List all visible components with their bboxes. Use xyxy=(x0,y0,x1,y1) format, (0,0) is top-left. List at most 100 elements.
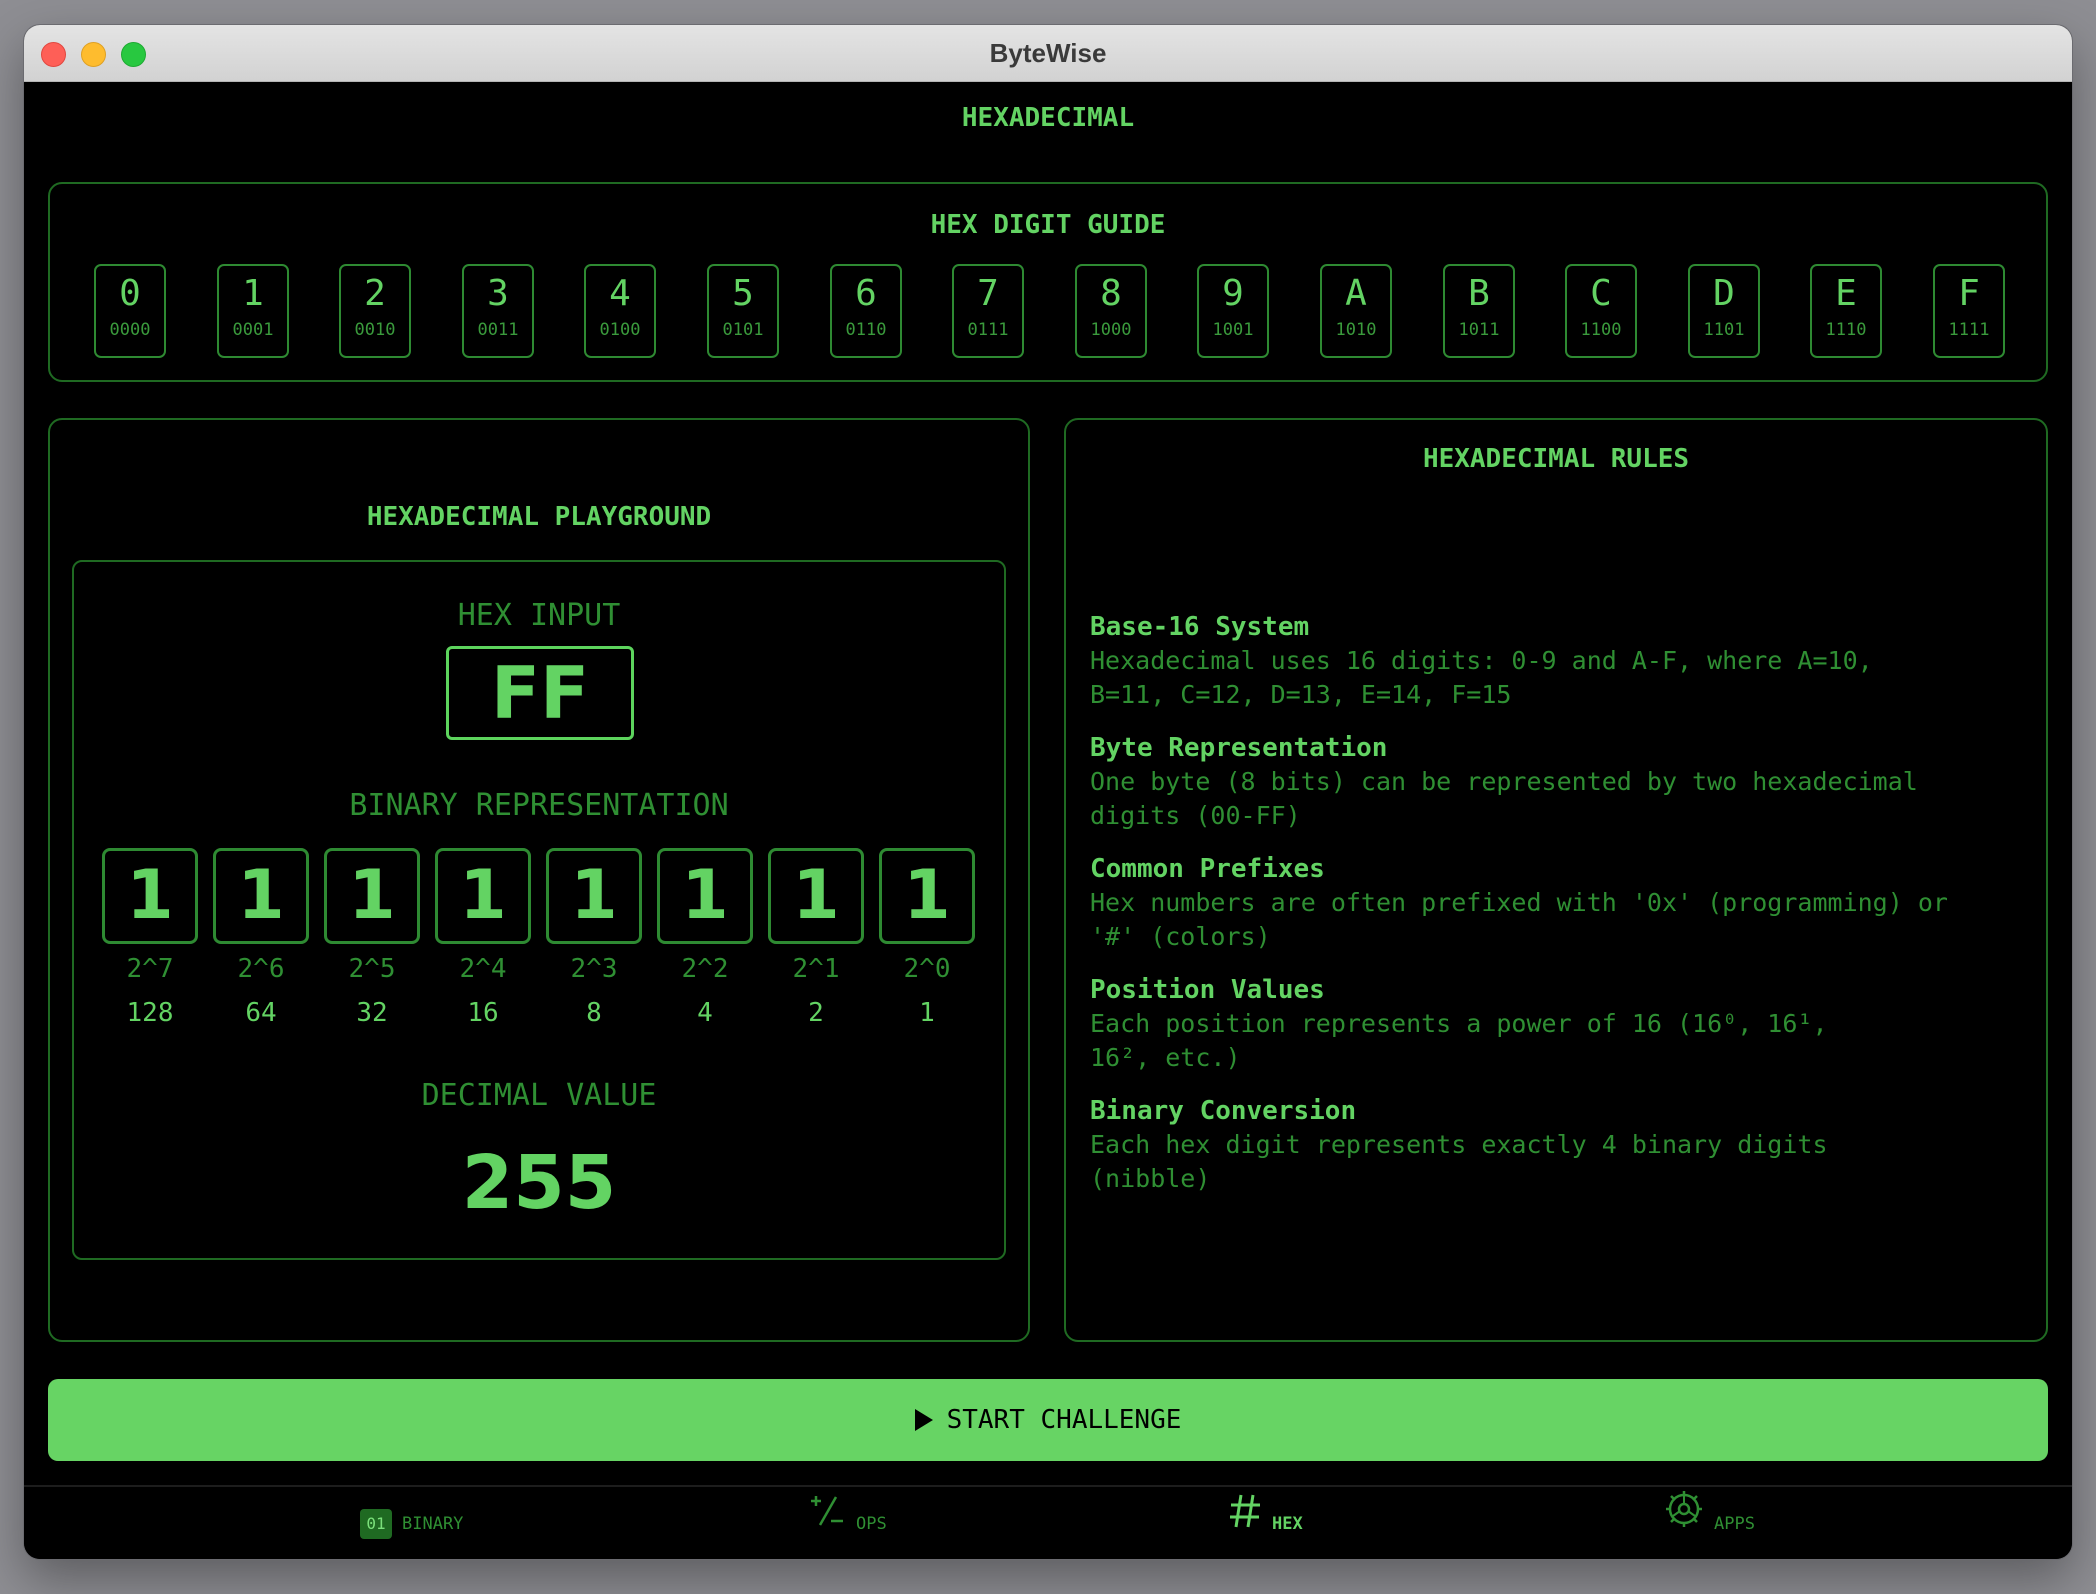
bit-power-label: 2^2 xyxy=(681,954,729,984)
gear-icon xyxy=(1664,1487,1704,1559)
hex-digit: 3 xyxy=(487,273,509,314)
rule-text: Hex numbers are often prefixed with '0x'… xyxy=(1090,888,1948,917)
title-bar: ByteWise xyxy=(24,25,2072,82)
hex-digit-binary: 1010 xyxy=(1335,320,1377,340)
hex-digit-tile: F 1111 xyxy=(1933,264,2005,358)
hex-digit-binary: 0100 xyxy=(599,320,641,340)
binary-icon: 01 xyxy=(360,1509,392,1539)
rule-heading: Base-16 System xyxy=(1090,612,1310,642)
hex-digit-tile: 5 0101 xyxy=(707,264,779,358)
rule-heading: Common Prefixes xyxy=(1090,854,1325,884)
bit-place-value: 1 xyxy=(919,998,935,1028)
hex-digit-binary: 0111 xyxy=(967,320,1009,340)
bit-power-label: 2^7 xyxy=(126,954,174,984)
tab-apps-label: APPS xyxy=(1714,1514,1755,1534)
bit-place-value: 2 xyxy=(808,998,824,1028)
bit-power-label: 2^5 xyxy=(348,954,396,984)
hex-digit-binary: 1110 xyxy=(1825,320,1867,340)
bit-power-label: 2^0 xyxy=(903,954,951,984)
bit-toggle[interactable]: 1 xyxy=(435,848,531,944)
page-title: HEXADECIMAL xyxy=(961,103,1135,133)
hex-digit-binary: 1011 xyxy=(1458,320,1500,340)
tab-hex[interactable]: HEX xyxy=(1228,1487,1303,1559)
rule-item: Base-16 System Hexadecimal uses 16 digits… xyxy=(1090,610,2020,712)
rule-text: '#' (colors) xyxy=(1090,922,1271,951)
rule-text: digits (00-FF) xyxy=(1090,801,1301,830)
tab-bar: 01 BINARY OPS HEX APPS xyxy=(24,1485,2072,1559)
bit-place-value: 128 xyxy=(126,998,174,1028)
hex-digit-tile: 0 0000 xyxy=(94,264,166,358)
guide-title: HEX DIGIT GUIDE xyxy=(930,210,1166,240)
hex-digit-tile: B 1011 xyxy=(1443,264,1515,358)
hex-digit: 1 xyxy=(242,273,264,314)
bit-toggle[interactable]: 1 xyxy=(879,848,975,944)
hex-digit-guide: HEX DIGIT GUIDE 0 0000 1 0001 2 0010 3 0011 4 010… xyxy=(48,182,2048,382)
hex-digit-tile: 7 0111 xyxy=(952,264,1024,358)
hex-digit: C xyxy=(1590,273,1612,314)
bit-toggle[interactable]: 1 xyxy=(657,848,753,944)
hex-digit-binary: 0101 xyxy=(722,320,764,340)
bit-place-value: 64 xyxy=(245,998,277,1028)
hex-digit-binary: 1000 xyxy=(1090,320,1132,340)
hex-digit: D xyxy=(1713,273,1735,314)
hex-playground: HEXADECIMAL PLAYGROUND HEX INPUT FF BINA… xyxy=(48,418,1030,1342)
bit-power-label: 2^4 xyxy=(459,954,507,984)
hex-digit: 0 xyxy=(119,273,141,314)
bit-toggle[interactable]: 1 xyxy=(768,848,864,944)
play-icon xyxy=(914,1409,933,1431)
hex-digit-tile: 9 1001 xyxy=(1197,264,1269,358)
bit-toggle[interactable]: 1 xyxy=(213,848,309,944)
tab-ops[interactable]: OPS xyxy=(808,1487,887,1559)
rule-text: Each hex digit represents exactly 4 bina… xyxy=(1090,1130,1828,1159)
hex-digit: 9 xyxy=(1222,273,1244,314)
bit-place-value: 8 xyxy=(586,998,602,1028)
bit-toggle[interactable]: 1 xyxy=(102,848,198,944)
tab-hex-label: HEX xyxy=(1272,1514,1303,1534)
rule-text: 16², etc.) xyxy=(1090,1043,1241,1072)
rule-item: Position Values Each position represents … xyxy=(1090,973,2020,1075)
tab-binary[interactable]: 01 BINARY xyxy=(360,1487,463,1559)
hex-digit-tile: 8 1000 xyxy=(1075,264,1147,358)
hex-digit-tile: 3 0011 xyxy=(462,264,534,358)
rule-text: One byte (8 bits) can be represented by … xyxy=(1090,767,1918,796)
hex-digit: 2 xyxy=(364,273,386,314)
hex-digit-binary: 1101 xyxy=(1703,320,1745,340)
rule-item: Common Prefixes Hex numbers are often pre… xyxy=(1090,852,2020,954)
bit-power-label: 2^6 xyxy=(237,954,285,984)
rule-heading: Binary Conversion xyxy=(1090,1096,1357,1126)
rule-heading: Position Values xyxy=(1090,975,1325,1005)
rule-item: Binary Conversion Each hex digit represen… xyxy=(1090,1094,2020,1196)
hex-digit: 7 xyxy=(977,273,999,314)
tab-apps[interactable]: APPS xyxy=(1664,1487,1755,1559)
hex-digit: E xyxy=(1835,273,1857,314)
bit-place-value: 4 xyxy=(697,998,713,1028)
bit-power-label: 2^1 xyxy=(792,954,840,984)
hex-digit-tiles: 0 0000 1 0001 2 0010 3 0011 4 0100 5 0101 6 0110 7 0111… xyxy=(94,264,2018,360)
decimal-value-label: DECIMAL VALUE xyxy=(421,1078,657,1113)
hex-digit-tile: 1 0001 xyxy=(217,264,289,358)
tab-binary-label: BINARY xyxy=(402,1514,464,1534)
binary-representation-label: BINARY REPRESENTATION xyxy=(349,788,729,823)
plus-minus-icon xyxy=(808,1487,846,1559)
hex-digit: 5 xyxy=(732,273,754,314)
binary-bits: 1 2^7 128 1 2^6 64 1 2^5 32 1 2^4 16 1 2^3 8 1 2^2 4 1 2^1 2… xyxy=(102,848,982,1048)
hex-rules-panel: HEXADECIMAL RULES Base-16 System Hexadeci… xyxy=(1064,418,2048,1342)
bit-toggle[interactable]: 1 xyxy=(324,848,420,944)
hex-input-field[interactable]: FF xyxy=(446,646,634,740)
hex-digit-tile: C 1100 xyxy=(1565,264,1637,358)
hex-digit-binary: 0001 xyxy=(232,320,274,340)
hex-digit-binary: 0010 xyxy=(354,320,396,340)
bit-place-value: 32 xyxy=(356,998,388,1028)
hex-digit-binary: 1001 xyxy=(1212,320,1254,340)
playground-card: HEX INPUT FF BINARY REPRESENTATION 1 2^7 1… xyxy=(72,560,1006,1260)
hex-digit: B xyxy=(1468,273,1490,314)
hex-digit-binary: 0000 xyxy=(109,320,151,340)
decimal-value: 255 xyxy=(461,1140,617,1226)
rule-text: Each position represents a power of 16 (… xyxy=(1090,1009,1828,1038)
start-challenge-button[interactable]: START CHALLENGE xyxy=(48,1379,2048,1461)
hex-digit-tile: A 1010 xyxy=(1320,264,1392,358)
bit-toggle[interactable]: 1 xyxy=(546,848,642,944)
window-title: ByteWise xyxy=(989,38,1107,68)
hex-digit-tile: 4 0100 xyxy=(584,264,656,358)
rule-text: B=11, C=12, D=13, E=14, F=15 xyxy=(1090,680,1512,709)
